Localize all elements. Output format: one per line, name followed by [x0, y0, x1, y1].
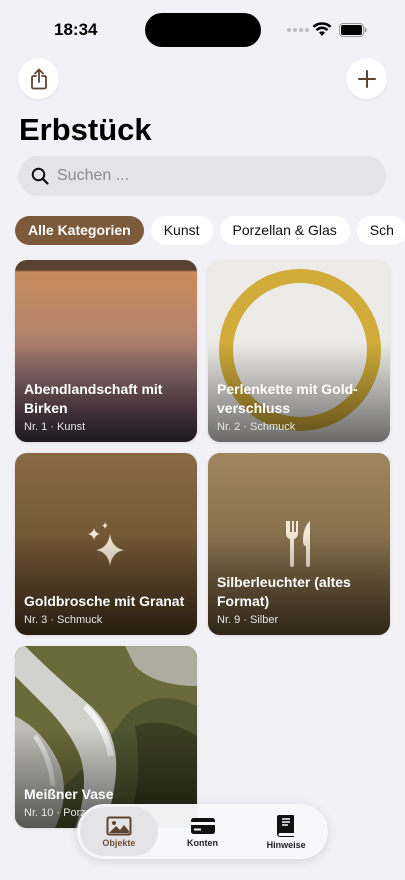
status-time: 18:34 [54, 20, 98, 39]
item-card[interactable]: Meißner Vase Nr. 10 · Porz [15, 646, 197, 828]
dynamic-island [145, 13, 261, 47]
item-title: Perlenkette mit Gold­verschluss [217, 381, 358, 416]
item-card[interactable]: Silberleuchter (altes Format) Nr. 9 · Si… [208, 453, 390, 635]
status-bar: 18:34 [0, 0, 405, 58]
item-title: Abendlandschaft mit Birken [24, 381, 163, 416]
add-button[interactable] [346, 58, 387, 99]
tab-objekte[interactable]: Objekte [80, 807, 158, 856]
chip-kunst[interactable]: Kunst [150, 216, 213, 245]
search-icon [31, 167, 49, 185]
tab-bar: Objekte Konten Hinweise [77, 804, 328, 859]
search-input[interactable] [57, 167, 357, 185]
item-subtitle: Nr. 3 · Schmuck [24, 614, 103, 626]
item-card[interactable]: Abendlandschaft mit Birken Nr. 1 · Kunst [15, 260, 197, 442]
item-title: Meißner Vase [24, 786, 114, 802]
item-subtitle: Nr. 1 · Kunst [24, 421, 86, 433]
item-subtitle: Nr. 2 · Schmuck [217, 421, 296, 433]
book-icon [277, 814, 295, 837]
item-title: Silberleuchter (altes Format) [217, 574, 351, 609]
item-subtitle: Nr. 10 · Porz [24, 807, 86, 819]
chip-schmuck[interactable]: Sch [356, 216, 405, 245]
tab-label: Konten [187, 837, 218, 848]
category-chips: Alle Kategorien Kunst Porzellan & Glas Sch [15, 216, 405, 246]
photo-icon [106, 816, 132, 835]
credit-card-icon [190, 817, 215, 834]
search-field[interactable] [18, 156, 386, 196]
tab-konten[interactable]: Konten [164, 807, 242, 856]
share-button[interactable] [18, 58, 59, 99]
tab-label: Objekte [102, 837, 136, 848]
item-card[interactable]: Goldbrosche mit Granat Nr. 3 · Schmuck [15, 453, 197, 635]
wifi-icon [312, 22, 332, 36]
tab-label: Hinweise [266, 839, 306, 850]
share-icon [30, 68, 47, 89]
page-title: Erbstück [19, 112, 152, 147]
chip-all-categories[interactable]: Alle Kategorien [15, 216, 144, 245]
item-subtitle: Nr. 9 · Silber [217, 614, 279, 626]
tab-hinweise[interactable]: Hinweise [247, 807, 325, 856]
item-title: Goldbrosche mit Granat [24, 593, 185, 609]
item-card[interactable]: Perlenkette mit Gold­verschluss Nr. 2 · … [208, 260, 390, 442]
battery-icon [339, 23, 367, 37]
plus-icon [357, 69, 376, 88]
chip-porzellan-glas[interactable]: Porzellan & Glas [219, 216, 350, 245]
cellular-signal-icon [287, 28, 309, 32]
